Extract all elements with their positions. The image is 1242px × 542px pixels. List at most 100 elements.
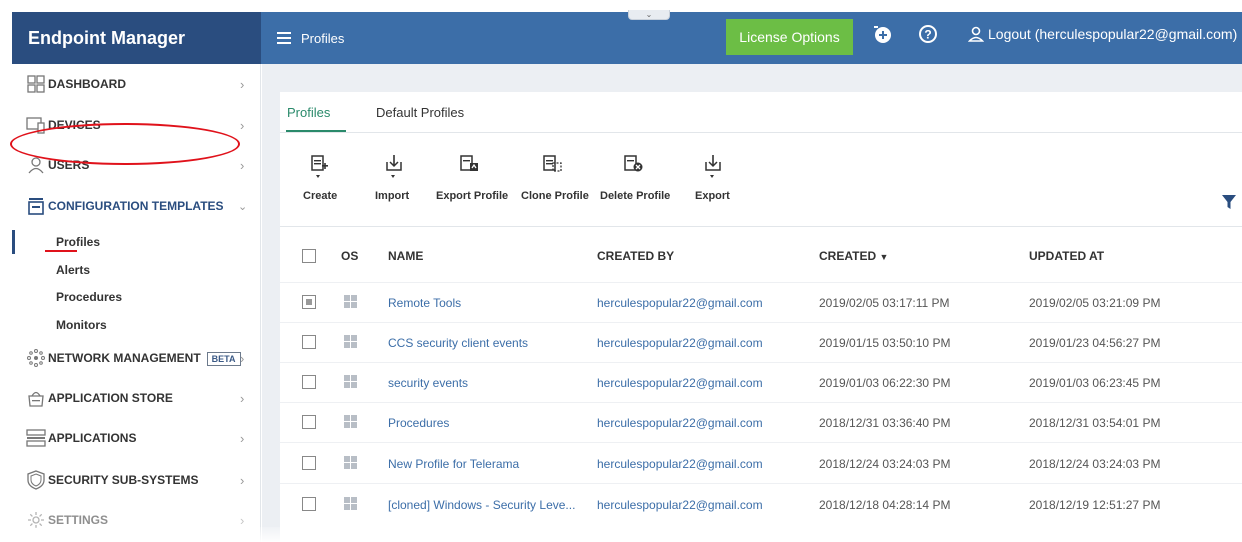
row-checkbox[interactable] — [302, 456, 316, 470]
license-options-button[interactable]: License Options — [726, 19, 853, 55]
export-profile-icon — [460, 155, 478, 171]
row-checkbox[interactable] — [302, 295, 316, 309]
clone-icon — [543, 155, 562, 172]
column-header-updated-at[interactable]: UPDATED AT — [1029, 249, 1104, 263]
import-label: Import — [375, 190, 410, 202]
created-cell: 2019/02/05 03:17:11 PM — [819, 296, 950, 310]
chevron-down-icon[interactable]: ⌄ — [628, 10, 670, 20]
windows-icon — [344, 497, 358, 511]
windows-icon — [344, 456, 358, 470]
sidebar-item-label: APPLICATION STORE — [48, 391, 173, 405]
templates-icon — [26, 196, 46, 216]
updated-cell: 2018/12/19 12:51:27 PM — [1029, 498, 1161, 512]
row-checkbox[interactable] — [302, 415, 316, 429]
row-checkbox[interactable] — [302, 375, 316, 389]
select-all-checkbox[interactable] — [302, 249, 316, 263]
chevron-right-icon: › — [240, 76, 245, 92]
delete-profile-label: Delete Profile — [600, 190, 671, 202]
chevron-right-icon: › — [240, 512, 245, 528]
clone-profile-label: Clone Profile — [521, 190, 589, 202]
sidebar-item-label: APPLICATIONS — [48, 431, 137, 445]
created-by-link[interactable]: herculespopular22@gmail.com — [597, 457, 763, 471]
chevron-right-icon: › — [240, 157, 245, 173]
created-by-link[interactable]: herculespopular22@gmail.com — [597, 296, 763, 310]
sidebar-item-network-management[interactable]: NETWORK MANAGEMENT BETA › — [12, 338, 261, 378]
row-divider — [280, 402, 1242, 403]
created-by-link[interactable]: herculespopular22@gmail.com — [597, 336, 763, 350]
import-icon — [386, 155, 402, 178]
profile-name-link[interactable]: Procedures — [388, 416, 449, 430]
row-checkbox[interactable] — [302, 497, 316, 511]
created-by-link[interactable]: herculespopular22@gmail.com — [597, 376, 763, 390]
beta-badge: BETA — [206, 351, 241, 366]
export-profile-label: Export Profile — [436, 190, 509, 202]
sidebar-item-label-text: NETWORK MANAGEMENT — [48, 350, 201, 365]
sidebar-sub-item-procedures[interactable]: Procedures — [56, 290, 122, 304]
add-icon[interactable] — [872, 24, 892, 44]
torn-edge-fade — [0, 527, 1242, 542]
applications-icon — [26, 428, 46, 448]
table-top-divider — [280, 226, 1242, 227]
sidebar-sub-item-alerts[interactable]: Alerts — [56, 263, 90, 277]
chevron-right-icon: › — [240, 117, 245, 133]
content-panel — [280, 92, 1242, 542]
sidebar-item-applications[interactable]: APPLICATIONS › — [12, 418, 261, 458]
sidebar-sub-item-profiles[interactable]: Profiles — [56, 235, 100, 249]
sidebar-item-label: DASHBOARD — [48, 77, 126, 91]
updated-cell: 2018/12/24 03:24:03 PM — [1029, 457, 1161, 471]
windows-icon — [344, 375, 358, 389]
clone-profile-button[interactable] — [541, 154, 563, 180]
help-icon[interactable]: ? — [918, 24, 938, 44]
column-header-created-by[interactable]: CREATED BY — [597, 249, 674, 263]
tab-profiles[interactable]: Profiles — [287, 105, 330, 120]
created-cell: 2019/01/03 06:22:30 PM — [819, 376, 951, 390]
logout-label: Logout (herculespopular22@gmail.com) — [988, 26, 1238, 42]
sidebar-item-application-store[interactable]: APPLICATION STORE › — [12, 378, 261, 418]
chevron-right-icon: › — [240, 430, 245, 446]
chevron-right-icon: › — [240, 350, 245, 366]
profile-name-link[interactable]: security events — [388, 376, 468, 390]
export-profile-button[interactable] — [458, 154, 480, 180]
page-title: Profiles — [301, 30, 345, 46]
sidebar-item-label: SECURITY SUB-SYSTEMS — [48, 473, 199, 487]
export-button[interactable] — [703, 154, 723, 180]
column-header-created[interactable]: CREATED ▼ — [819, 249, 888, 263]
windows-icon — [344, 295, 358, 309]
delete-profile-button[interactable] — [622, 154, 644, 180]
updated-cell: 2019/02/05 03:21:09 PM — [1029, 296, 1161, 310]
column-header-name[interactable]: NAME — [388, 249, 423, 263]
created-by-link[interactable]: herculespopular22@gmail.com — [597, 416, 763, 430]
app-brand: Endpoint Manager — [12, 12, 261, 64]
delete-icon — [624, 155, 643, 172]
row-checkbox[interactable] — [302, 335, 316, 349]
sidebar-item-configuration-templates[interactable]: CONFIGURATION TEMPLATES ⌄ — [12, 186, 261, 226]
create-label: Create — [303, 190, 338, 202]
highlight-underline — [45, 250, 77, 252]
logout-link[interactable]: Logout (herculespopular22@gmail.com) — [968, 26, 1237, 42]
sidebar-sub-item-monitors[interactable]: Monitors — [56, 318, 107, 332]
profile-name-link[interactable]: CCS security client events — [388, 336, 528, 350]
filter-icon[interactable] — [1222, 195, 1236, 212]
active-indicator — [12, 230, 15, 254]
profile-name-link[interactable]: Remote Tools — [388, 296, 461, 310]
active-tab-indicator — [286, 130, 346, 132]
updated-cell: 2019/01/23 04:56:27 PM — [1029, 336, 1161, 350]
profile-name-link[interactable]: New Profile for Telerama — [388, 457, 519, 471]
created-by-link[interactable]: herculespopular22@gmail.com — [597, 498, 763, 512]
tabs-divider — [280, 132, 1242, 133]
column-header-os[interactable]: OS — [341, 249, 358, 263]
user-icon — [968, 26, 984, 42]
created-cell: 2018/12/24 03:24:03 PM — [819, 457, 951, 471]
profile-name-link[interactable]: [cloned] Windows - Security Leve... — [388, 498, 575, 512]
import-button[interactable] — [384, 154, 404, 180]
updated-cell: 2019/01/03 06:23:45 PM — [1029, 376, 1161, 390]
sort-desc-icon: ▼ — [879, 252, 889, 262]
sidebar-item-security-sub-systems[interactable]: SECURITY SUB-SYSTEMS › — [12, 460, 261, 500]
menu-icon[interactable] — [277, 32, 291, 44]
updated-cell: 2018/12/31 03:54:01 PM — [1029, 416, 1161, 430]
sidebar-item-dashboard[interactable]: DASHBOARD › — [12, 64, 261, 104]
sidebar-item-label: CONFIGURATION TEMPLATES — [48, 199, 224, 213]
chevron-down-icon: ⌄ — [238, 200, 248, 213]
create-button[interactable] — [309, 154, 329, 180]
tab-default-profiles[interactable]: Default Profiles — [376, 105, 464, 120]
